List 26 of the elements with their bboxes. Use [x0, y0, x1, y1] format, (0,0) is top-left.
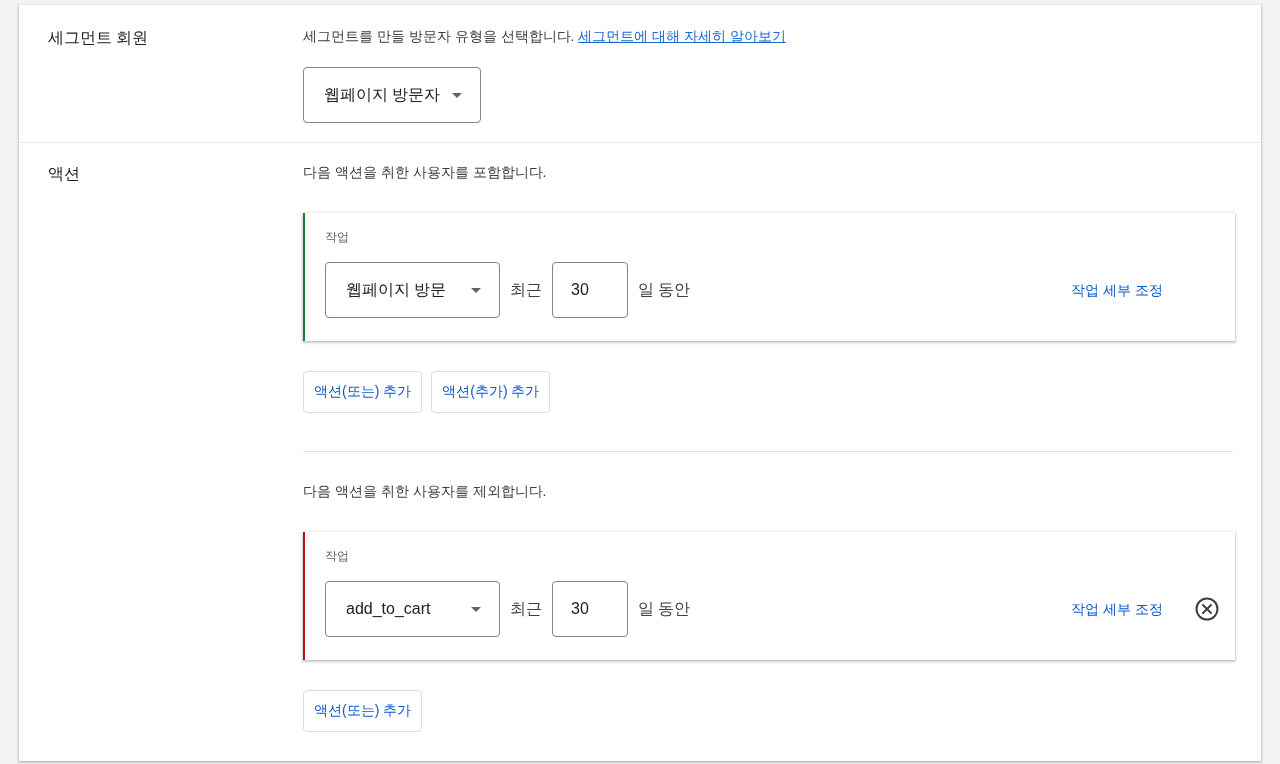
- duration-text: 일 동안: [638, 280, 691, 300]
- refine-action-link[interactable]: 작업 세부 조정: [1071, 599, 1163, 619]
- duration-text: 일 동안: [638, 599, 691, 619]
- description-text: 다음 액션을 취한 사용자를 포함합니다.: [303, 163, 547, 182]
- caret-icon: [471, 287, 481, 293]
- description-text: 다음 액션을 취한 사용자를 제외합니다.: [303, 482, 547, 501]
- dropdown[interactable]: add_to_cart: [325, 581, 500, 637]
- days-input[interactable]: 30: [552, 262, 628, 318]
- refine-action-link[interactable]: 작업 세부 조정: [1071, 280, 1163, 300]
- field-label: 작업: [325, 229, 349, 245]
- recent-text: 최근: [510, 280, 542, 300]
- add-action-button[interactable]: 액션(추가) 추가: [431, 371, 551, 413]
- days-input[interactable]: 30: [552, 581, 628, 637]
- field-label: 작업: [325, 548, 349, 564]
- dropdown[interactable]: 웹페이지 방문: [325, 262, 500, 318]
- section-title: 세그먼트 회원: [48, 28, 149, 48]
- add-action-button[interactable]: 액션(또는) 추가: [303, 371, 423, 413]
- caret-icon: [452, 92, 463, 98]
- dropdown[interactable]: 웹페이지 방문자: [303, 67, 482, 123]
- add-action-button[interactable]: 액션(또는) 추가: [303, 690, 423, 732]
- caret-icon: [471, 606, 481, 612]
- close-icon[interactable]: [1195, 597, 1219, 621]
- recent-text: 최근: [510, 599, 542, 619]
- description-text: 세그먼트를 만들 방문자 유형을 선택합니다. 세그먼트에 대해 자세히 알아보기: [303, 27, 786, 46]
- learn-more-link[interactable]: 세그먼트에 대해 자세히 알아보기: [578, 28, 786, 44]
- section-title: 액션: [48, 164, 80, 184]
